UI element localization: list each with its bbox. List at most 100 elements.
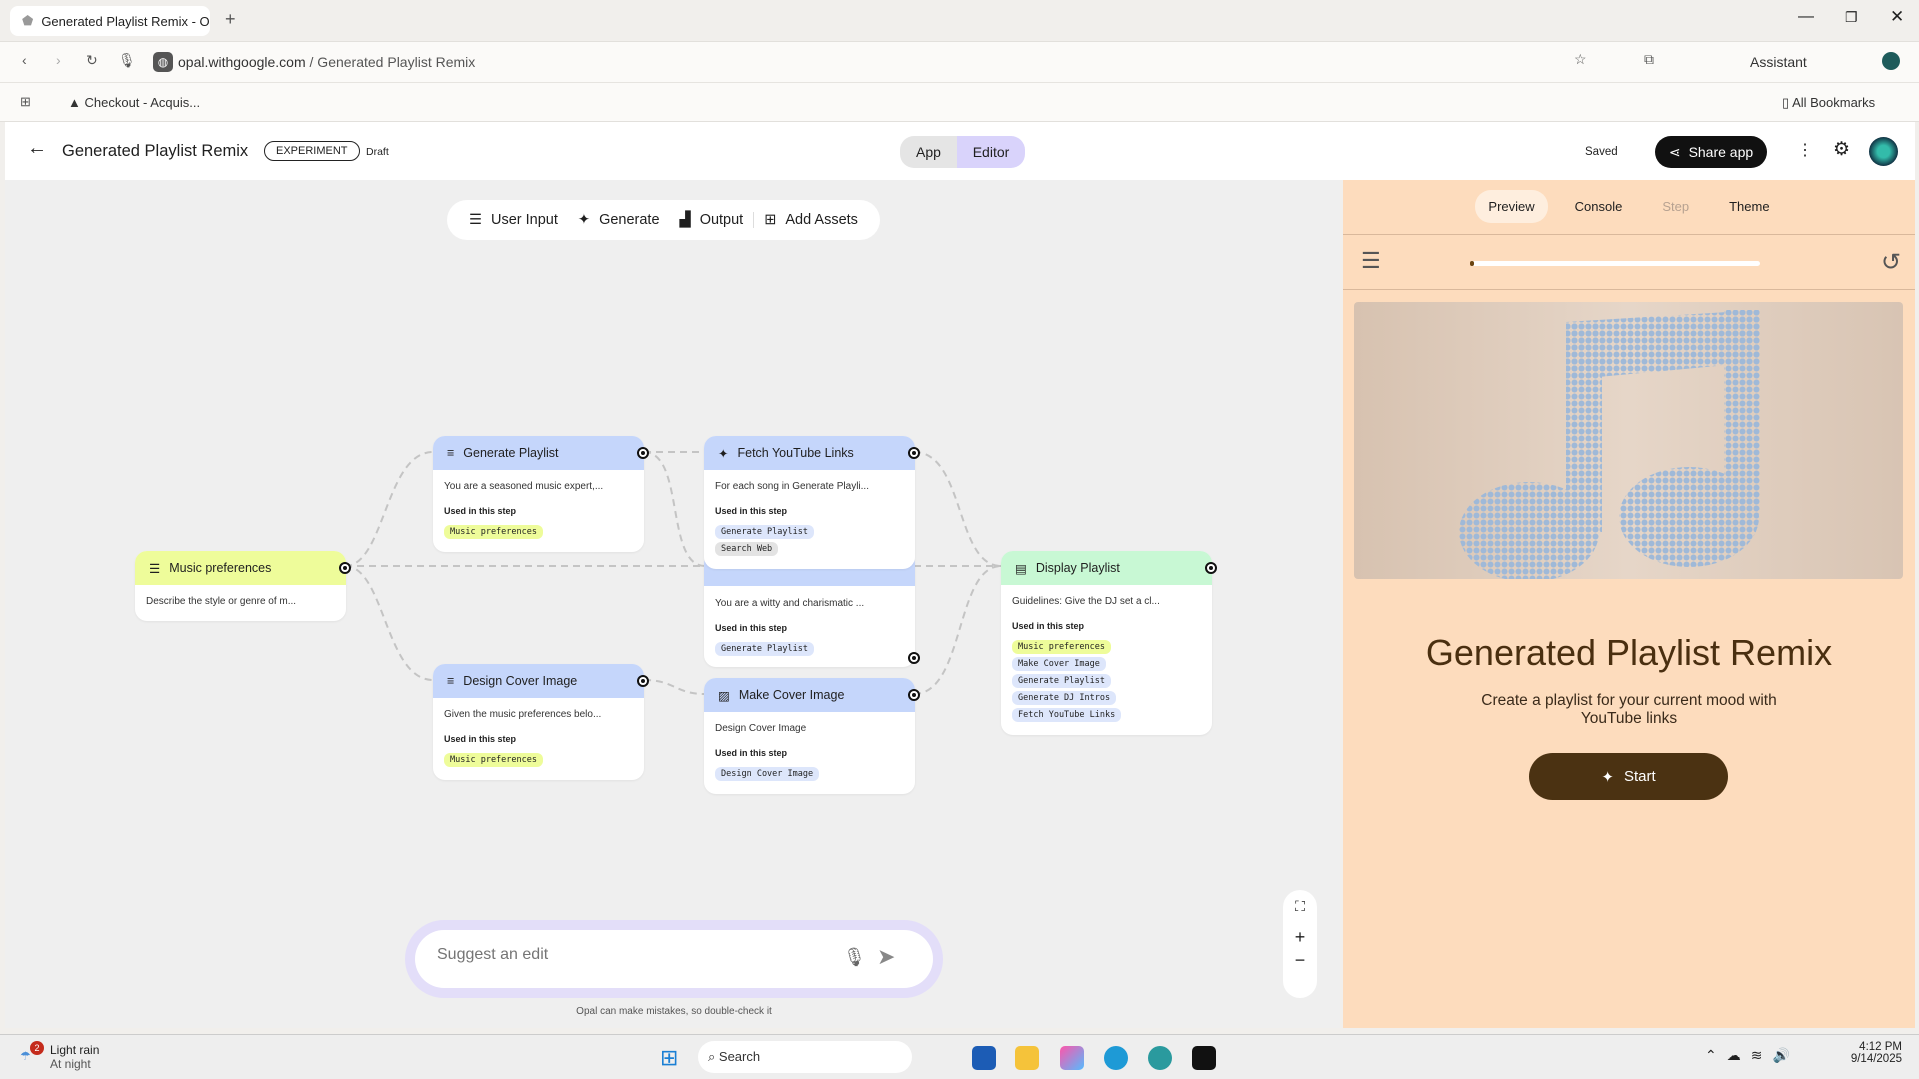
clock[interactable]: 4:12 PM 9/14/2025: [1838, 1041, 1902, 1065]
display-icon: ▤: [1015, 561, 1027, 576]
back-arrow-icon[interactable]: ←: [27, 137, 47, 160]
chip-music-preferences[interactable]: Music preferences: [444, 753, 543, 767]
node-fetch-youtube-links[interactable]: ✦ Fetch YouTube Links For each song in Ge…: [704, 436, 920, 569]
app-title: Generated Playlist Remix: [1425, 632, 1833, 673]
tab-preview[interactable]: Preview: [1475, 190, 1548, 223]
weather-badge: 2: [30, 1041, 44, 1055]
add-box-icon: ⊞: [764, 212, 777, 228]
browser-tab-bar: ⬟ Generated Playlist Remix - Op + — ❐ ✕: [0, 0, 1919, 41]
generate-button[interactable]: ✦ Generate: [568, 212, 670, 228]
weather-widget[interactable]: 2 ☂ Light rain At night: [20, 1041, 99, 1071]
editor-canvas[interactable]: ☰ User Input ✦ Generate ▟ Output ⊞ Add Asset…: [5, 180, 1340, 1028]
close-window-button[interactable]: ✕: [1890, 7, 1904, 27]
chip-make-cover-image[interactable]: Make Cover Image: [1012, 657, 1106, 671]
output-port[interactable]: [637, 447, 649, 459]
output-icon: ▟: [679, 212, 691, 228]
fit-view-icon[interactable]: ⛶: [1283, 898, 1317, 915]
app-header: ← Generated Playlist Remix EXPERIMENT Dr…: [5, 122, 1915, 180]
profile-avatar[interactable]: [1882, 52, 1900, 70]
chip-search-web[interactable]: Search Web: [715, 542, 779, 556]
minimize-button[interactable]: —: [1798, 8, 1814, 26]
chip-generate-playlist[interactable]: Generate Playlist: [715, 525, 814, 539]
user-input-button[interactable]: ☰ User Input: [459, 212, 568, 228]
mic-icon[interactable]: 🎙: [118, 52, 136, 69]
assistant-button[interactable]: Assistant: [1750, 54, 1807, 70]
app-mode-button[interactable]: App: [900, 136, 957, 168]
chip-generate-playlist[interactable]: Generate Playlist: [1012, 674, 1111, 688]
store-icon[interactable]: [972, 1046, 996, 1070]
chip-fetch-youtube-links[interactable]: Fetch YouTube Links: [1012, 708, 1122, 722]
user-input-icon: ☰: [469, 212, 482, 228]
new-tab-button[interactable]: +: [225, 9, 236, 30]
node-music-preferences[interactable]: ☰ Music preferences Describe the style or…: [135, 551, 351, 621]
suggest-edit-input[interactable]: [437, 946, 817, 964]
mic-icon[interactable]: 🎙: [843, 947, 866, 968]
taskbar-search[interactable]: ⌕ Search: [698, 1041, 912, 1073]
forward-icon[interactable]: ›: [56, 52, 61, 68]
tab-theme[interactable]: Theme: [1716, 190, 1782, 223]
windows-start-icon[interactable]: ⊞: [660, 1045, 678, 1071]
edge-icon[interactable]: [1104, 1046, 1128, 1070]
progress-bar: [1470, 261, 1760, 266]
settings-gear-icon[interactable]: ⚙: [1833, 138, 1850, 161]
site-info-icon[interactable]: ◍: [153, 52, 173, 72]
extensions-icon[interactable]: ⧉: [1644, 51, 1654, 68]
chip-design-cover-image[interactable]: Design Cover Image: [715, 767, 820, 781]
send-icon[interactable]: ➤: [877, 944, 895, 970]
saved-status: Saved: [1585, 146, 1618, 158]
node-display-playlist[interactable]: ▤ Display Playlist Guidelines: Give the D…: [1001, 551, 1217, 735]
suggest-edit-box: 🎙 ➤: [405, 920, 943, 998]
app-icon[interactable]: [1192, 1046, 1216, 1070]
file-explorer-icon[interactable]: [1015, 1046, 1039, 1070]
chip-generate-dj-intros[interactable]: Generate DJ Intros: [1012, 691, 1117, 705]
zoom-controls: ⛶ + −: [1283, 890, 1317, 998]
restore-button[interactable]: ❐: [1845, 9, 1858, 26]
music-note-icon: [1459, 310, 1760, 579]
output-port[interactable]: [1205, 562, 1217, 574]
share-app-button[interactable]: ⋖ Share app: [1655, 136, 1767, 168]
apps-grid-icon[interactable]: ⊞: [20, 94, 31, 110]
output-button[interactable]: ▟ Output: [670, 212, 755, 228]
sparkle-icon: ✦: [577, 212, 591, 228]
copilot-icon[interactable]: [1060, 1046, 1084, 1070]
back-icon[interactable]: ‹: [22, 52, 27, 68]
add-assets-button[interactable]: ⊞ Add Assets: [754, 212, 868, 228]
output-port[interactable]: [908, 689, 920, 701]
output-port[interactable]: [908, 447, 920, 459]
node-make-cover-image[interactable]: ▨ Make Cover Image Design Cover Image Used…: [704, 678, 920, 794]
output-port[interactable]: [339, 562, 351, 574]
menu-icon[interactable]: ☰: [1361, 248, 1381, 274]
node-toolbar: ☰ User Input ✦ Generate ▟ Output ⊞ Add Asset…: [447, 200, 880, 240]
tab-console[interactable]: Console: [1562, 190, 1636, 223]
start-button[interactable]: ✦ Start: [1529, 753, 1728, 800]
zoom-out-button[interactable]: −: [1283, 950, 1317, 971]
bookmark-item[interactable]: ▲ Checkout - Acquis...: [68, 95, 200, 110]
reload-icon[interactable]: ↻: [86, 52, 98, 69]
tab-step[interactable]: Step: [1649, 190, 1702, 223]
editor-mode-button[interactable]: Editor: [957, 136, 1025, 168]
dj-intros-body: You are a witty and charismatic ... Used…: [715, 598, 865, 656]
restart-icon[interactable]: ↺: [1881, 248, 1901, 277]
experiment-badge: EXPERIMENT: [264, 141, 360, 161]
user-avatar[interactable]: [1869, 137, 1898, 166]
node-generate-playlist[interactable]: ≡ Generate Playlist You are a seasoned mu…: [433, 436, 649, 552]
browser-tab[interactable]: ⬟ Generated Playlist Remix - Op: [10, 6, 210, 36]
sparkle-icon: ✦: [1601, 768, 1614, 786]
zoom-in-button[interactable]: +: [1283, 927, 1317, 948]
more-options-icon[interactable]: ⋮: [1797, 140, 1813, 160]
draft-status: Draft: [366, 146, 389, 158]
bookmark-star-icon[interactable]: ☆: [1574, 51, 1587, 68]
cover-image: [1354, 302, 1903, 579]
node-design-cover-image[interactable]: ≡ Design Cover Image Given the music pref…: [433, 664, 649, 780]
windows-taskbar: 2 ☂ Light rain At night ⊞ ⌕ Search ⌃☁≋🔊 …: [0, 1034, 1919, 1079]
chip-music-preferences[interactable]: Music preferences: [444, 525, 543, 539]
chip-generate-playlist[interactable]: Generate Playlist: [715, 642, 814, 656]
all-bookmarks[interactable]: ▯ All Bookmarks: [1782, 95, 1875, 111]
output-port[interactable]: [637, 675, 649, 687]
share-icon: ⋖: [1668, 143, 1681, 160]
image-icon: ▨: [718, 688, 730, 703]
opal-app-icon[interactable]: [1148, 1046, 1172, 1070]
system-tray-icons[interactable]: ⌃☁≋🔊: [1705, 1047, 1800, 1064]
url-field[interactable]: opal.withgoogle.com / Generated Playlist…: [178, 54, 475, 70]
chip-music-preferences[interactable]: Music preferences: [1012, 640, 1111, 654]
